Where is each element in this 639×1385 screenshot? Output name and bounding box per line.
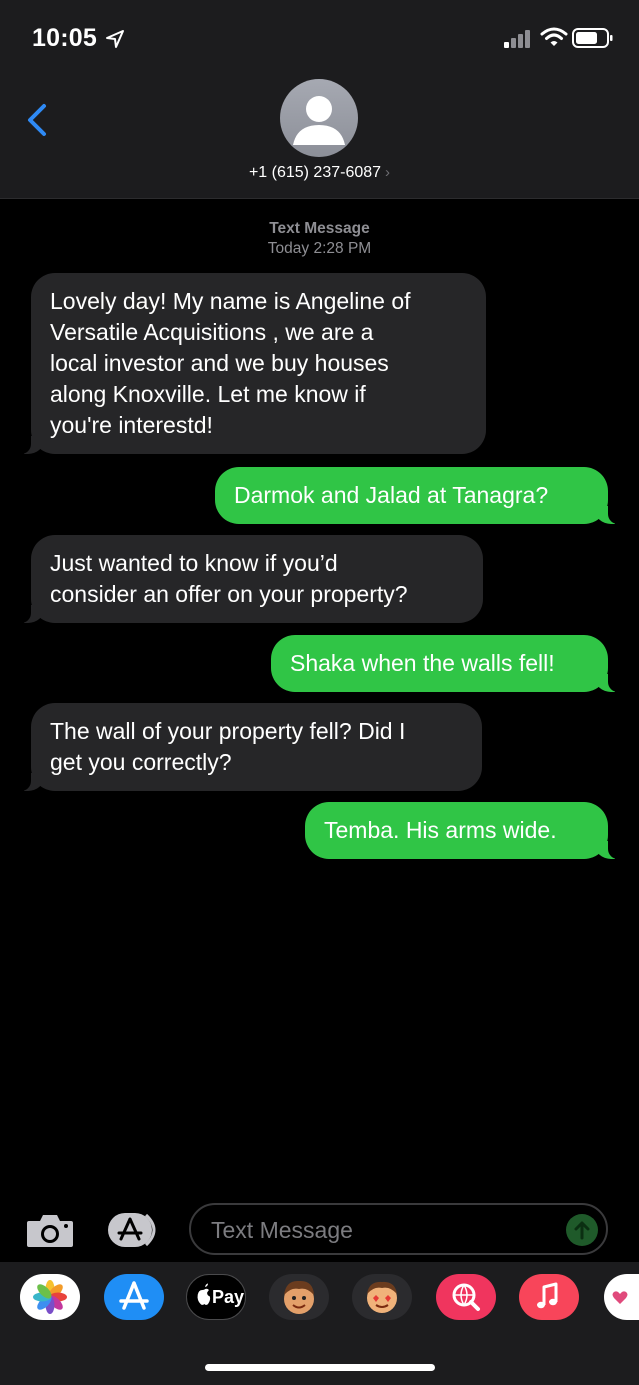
apple-pay-icon[interactable]: Pay: [186, 1274, 246, 1320]
message-timestamp: Text Message Today 2:28 PM: [0, 219, 639, 259]
memoji-face-icon: [284, 1280, 314, 1314]
music-note-icon: [537, 1282, 558, 1309]
contact-name-row[interactable]: +1 (615) 237-6087 ›: [0, 164, 639, 182]
conversation-header: +1 (615) 237-6087 ›: [0, 70, 639, 199]
music-icon[interactable]: [519, 1274, 579, 1320]
location-arrow-icon: [106, 30, 124, 48]
status-bar: 10:05: [0, 0, 639, 70]
status-time: 10:05: [32, 24, 97, 52]
arrow-up-icon: [574, 1221, 590, 1240]
sent-message-bubble[interactable]: Shaka when the walls fell!: [271, 635, 620, 692]
photos-flower-icon: [33, 1280, 67, 1314]
partial-app-icon[interactable]: [604, 1274, 639, 1320]
memoji-icon[interactable]: [269, 1274, 329, 1320]
app-store-icon[interactable]: [104, 1274, 164, 1320]
sent-message-bubble[interactable]: Temba. His arms wide.: [305, 802, 620, 859]
person-silhouette-icon: [293, 96, 345, 145]
contact-phone-number[interactable]: +1 (615) 237-6087: [249, 164, 381, 181]
message-time: Today 2:28 PM: [267, 240, 372, 257]
cellular-signal-icon: [504, 30, 534, 48]
contact-avatar[interactable]: [280, 79, 358, 157]
globe-search-icon: [452, 1283, 480, 1311]
sent-message-bubble[interactable]: Darmok and Jalad at Tanagra?: [215, 467, 620, 524]
received-message-bubble[interactable]: The wall of your property fell? Did I ge…: [19, 703, 482, 791]
received-message-bubble[interactable]: Just wanted to know if you’d consider an…: [19, 535, 483, 623]
battery-icon: [572, 28, 613, 48]
app-store-button-icon[interactable]: [106, 1211, 164, 1249]
hearts-icon: [612, 1291, 628, 1304]
camera-icon[interactable]: [25, 1212, 75, 1248]
apple-pay-label: Pay: [212, 1287, 245, 1307]
web-search-icon[interactable]: [436, 1274, 496, 1320]
home-indicator[interactable]: [205, 1364, 435, 1371]
photos-app-icon[interactable]: [20, 1274, 80, 1320]
sticker-face-icon: [367, 1281, 397, 1313]
send-button[interactable]: [566, 1214, 598, 1246]
back-chevron-icon[interactable]: [22, 100, 52, 140]
message-type-label: Text Message: [269, 220, 370, 237]
animoji-stickers-icon[interactable]: [352, 1274, 412, 1320]
message-input-placeholder: Text Message: [211, 1217, 353, 1243]
app-store-a-icon: [119, 1281, 149, 1310]
received-message-bubble[interactable]: Lovely day! My name is Angeline of Versa…: [19, 273, 486, 454]
message-input[interactable]: Text Message: [189, 1203, 608, 1255]
chevron-right-icon: ›: [385, 164, 391, 181]
wifi-icon: [540, 27, 568, 46]
